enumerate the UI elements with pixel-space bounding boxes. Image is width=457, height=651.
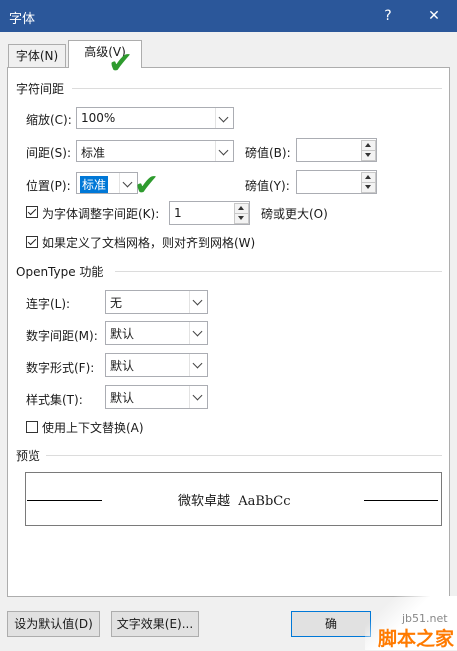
group-divider [46,455,442,456]
ok-button[interactable]: 确 [291,611,371,637]
num-spacing-combo[interactable]: 默认 [105,321,208,345]
group-divider [72,88,442,89]
stylistic-label: 样式集(T): [26,393,83,407]
spin-down-icon[interactable] [361,182,376,193]
green-check-annotation-icon: ✔ [108,46,134,81]
position-value: 标准 [80,176,109,193]
position-pts-spinner[interactable] [296,170,377,194]
text-effects-button[interactable]: 文字效果(E)... [111,611,199,637]
group-divider [115,271,442,272]
kerning-suffix: 磅或更大(O) [261,207,328,221]
chevron-down-icon[interactable] [189,386,207,408]
spacing-combo[interactable]: 标准 [76,140,234,162]
spacing-label: 间距(S): [26,146,72,160]
stylistic-value: 默认 [110,391,135,405]
contextual-label[interactable]: 使用上下文替换(A) [42,419,144,436]
chevron-down-icon[interactable] [215,141,233,161]
num-forms-label: 数字形式(F): [26,361,95,375]
position-combo[interactable]: 标准 [76,172,138,194]
green-check-annotation-icon: ✔ [134,168,160,203]
spin-down-icon[interactable] [234,213,249,224]
scale-combo[interactable]: 100% [76,107,234,129]
ligatures-value: 无 [110,296,123,310]
preview-baseline-left [27,500,102,501]
kerning-label[interactable]: 为字体调整字间距(K): [42,205,159,222]
chevron-down-icon[interactable] [215,108,233,128]
scale-value: 100% [81,111,116,125]
opentype-group-title: OpenType 功能 [16,263,110,280]
num-spacing-label: 数字间距(M): [26,329,98,343]
num-spacing-value: 默认 [110,327,135,341]
num-forms-combo[interactable]: 默认 [105,353,208,377]
kerning-value: 1 [174,206,182,220]
grid-label[interactable]: 如果定义了文档网格，则对齐到网格(W) [42,234,255,251]
preview-baseline-right [364,500,438,501]
tab-font[interactable]: 字体(N) [8,44,66,67]
scale-label: 缩放(C): [26,113,72,127]
kerning-spinner[interactable]: 1 [169,201,250,225]
spacing-value: 标准 [81,146,106,160]
chevron-down-icon[interactable] [189,322,207,344]
position-label: 位置(P): [26,179,71,193]
help-button[interactable]: ? [370,4,406,28]
preview-title: 预览 [16,447,47,464]
stylistic-combo[interactable]: 默认 [105,385,208,409]
preview-sample: 微软卓越 AaBbCc [178,494,291,509]
window-title: 字体 [9,12,36,27]
ligatures-label: 连字(L): [26,297,71,311]
position-pts-label: 磅值(Y): [245,179,290,193]
grid-checkbox[interactable] [26,236,38,248]
chevron-down-icon[interactable] [189,291,207,313]
spacing-pts-label: 磅值(B): [245,146,291,160]
ligatures-combo[interactable]: 无 [105,290,208,314]
spacing-group-title: 字符间距 [16,80,71,97]
watermark-logo: 脚本之家 [378,628,455,650]
chevron-down-icon[interactable] [189,354,207,376]
num-forms-value: 默认 [110,359,135,373]
spin-down-icon[interactable] [361,150,376,161]
set-default-button[interactable]: 设为默认值(D) [7,611,100,637]
kerning-checkbox[interactable] [26,206,38,218]
close-button[interactable]: ✕ [416,4,452,28]
spacing-pts-spinner[interactable] [296,138,377,162]
contextual-checkbox[interactable] [26,421,38,433]
